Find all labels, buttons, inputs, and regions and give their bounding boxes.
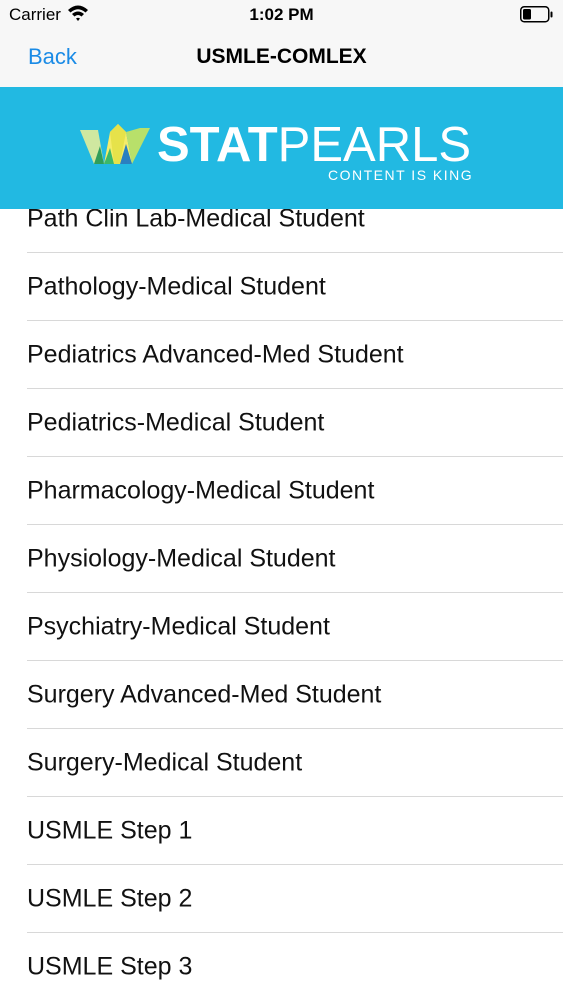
list-item[interactable]: Pharmacology-Medical Student <box>0 457 563 525</box>
list-item[interactable]: USMLE Step 1 <box>0 797 563 865</box>
list-item[interactable]: USMLE Step 2 <box>0 865 563 933</box>
list-item-label: Pediatrics Advanced-Med Student <box>27 340 404 369</box>
statpearls-logo-icon <box>80 124 152 173</box>
status-bar: Carrier 1:02 PM <box>0 0 563 30</box>
list-item-label: Surgery Advanced-Med Student <box>27 680 382 709</box>
list-item-label: USMLE Step 1 <box>27 816 193 845</box>
battery-icon <box>520 6 554 29</box>
page-title: USMLE-COMLEX <box>196 45 367 68</box>
list-item-label: Pharmacology-Medical Student <box>27 476 375 505</box>
list-item[interactable]: USMLE Step 3 <box>0 933 563 1000</box>
brand-stat: STAT <box>157 118 278 172</box>
list-item[interactable]: Psychiatry-Medical Student <box>0 593 563 661</box>
list-item[interactable]: Pediatrics-Medical Student <box>0 389 563 457</box>
course-list: Path Clin Lab-Medical Student Pathology-… <box>0 209 563 1000</box>
navigation-bar: Back USMLE-COMLEX <box>0 30 563 87</box>
brand-pearls: PEARLS <box>277 118 472 172</box>
statpearls-banner: STATPEARLS CONTENT IS KING <box>0 87 563 209</box>
list-item[interactable]: Path Clin Lab-Medical Student <box>0 209 563 253</box>
list-item-label: Pathology-Medical Student <box>27 272 326 301</box>
list-item-label: Physiology-Medical Student <box>27 544 336 573</box>
list-item-label: Pediatrics-Medical Student <box>27 408 325 437</box>
brand-wordmark: STATPEARLS <box>157 117 471 173</box>
list-item-label: Path Clin Lab-Medical Student <box>27 209 365 233</box>
status-time: 1:02 PM <box>249 5 314 24</box>
list-item-label: Surgery-Medical Student <box>27 748 303 777</box>
list-item[interactable]: Surgery Advanced-Med Student <box>0 661 563 729</box>
list-item-label: USMLE Step 2 <box>27 884 193 913</box>
list-item-label: Psychiatry-Medical Student <box>27 612 330 641</box>
brand-tagline: CONTENT IS KING <box>328 167 474 183</box>
list-item[interactable]: Pathology-Medical Student <box>0 253 563 321</box>
list-item[interactable]: Physiology-Medical Student <box>0 525 563 593</box>
list-item[interactable]: Pediatrics Advanced-Med Student <box>0 321 563 389</box>
list-item[interactable]: Surgery-Medical Student <box>0 729 563 797</box>
list-item-label: USMLE Step 3 <box>27 952 193 981</box>
